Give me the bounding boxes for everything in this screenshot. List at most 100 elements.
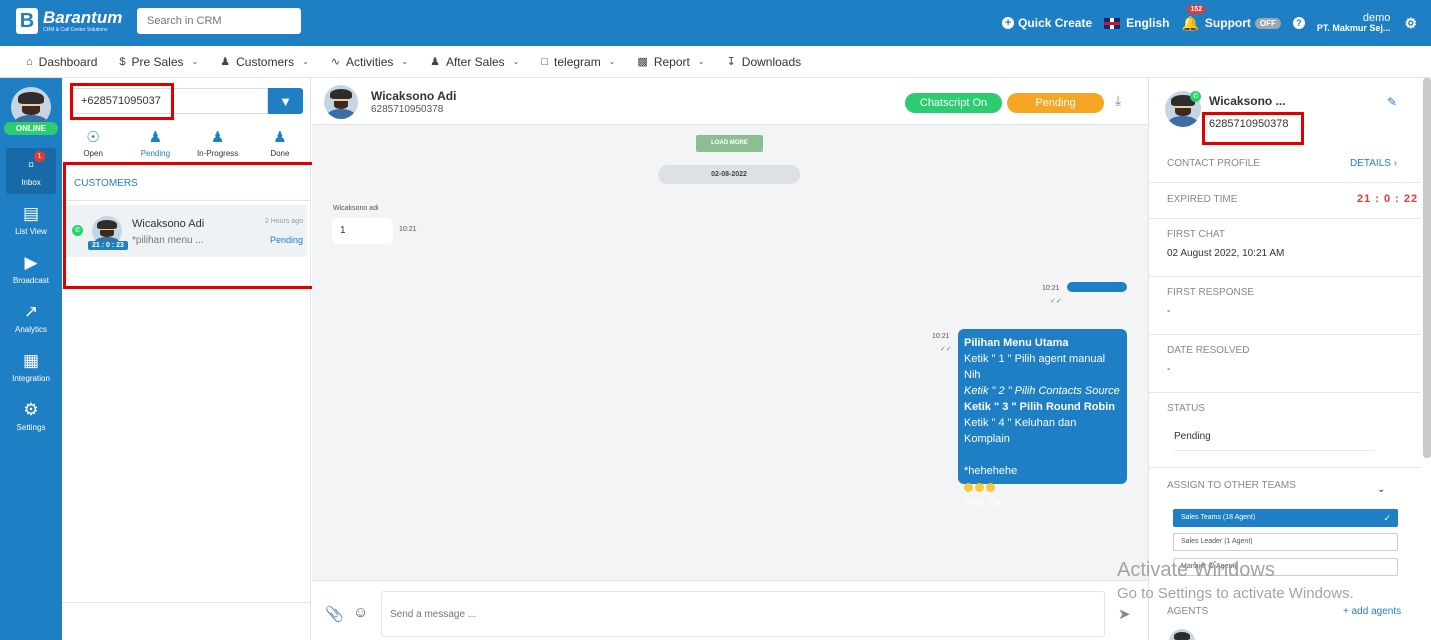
team-option-sales-teams[interactable]: Sales Teams (18 Agent) ✓ [1173, 509, 1398, 527]
incoming-message: 1 [332, 218, 393, 244]
blush-emoji-icon [975, 482, 984, 492]
home-icon: ⌂ [26, 55, 33, 68]
user-menu[interactable]: demo PT. Makmur Sej... [1317, 12, 1391, 34]
date-resolved-value: - [1167, 364, 1171, 375]
status-label: STATUS [1167, 403, 1205, 414]
status-button[interactable]: Pending [1007, 93, 1104, 113]
chat-contact-phone: 6285710950378 [371, 104, 444, 115]
first-chat-value: 02 August 2022, 10:21 AM [1167, 248, 1285, 259]
help-icon[interactable]: ? [1292, 17, 1305, 29]
message-composer: 📎 ☺ ➤ [312, 580, 1148, 640]
user-avatar-icon [11, 87, 51, 127]
users-icon: ♟ [430, 56, 440, 68]
expired-time-label: EXPIRED TIME [1167, 194, 1238, 205]
users-icon: ♟ [220, 56, 231, 68]
quick-create-button[interactable]: + Quick Create [1002, 16, 1092, 30]
read-ticks-icon: ✓✓ [940, 346, 952, 353]
notification-badge: 152 [1187, 4, 1206, 14]
chat-header: Wicaksono Adi 6285710950378 Chatscript O… [312, 78, 1148, 125]
paperclip-icon[interactable]: 📎 [325, 605, 344, 623]
contact-name: Wicaksono ... [1209, 94, 1286, 108]
sidebar-item-settings[interactable]: ⚙ Settings [0, 400, 62, 432]
chevron-down-icon: ⌄ [697, 57, 705, 66]
dollar-icon: $ [119, 55, 126, 68]
menu-telegram[interactable]: □ telegram ⌄ [541, 55, 615, 69]
first-response-value: - [1167, 306, 1171, 317]
chat-contact-name: Wicaksono Adi [371, 89, 457, 103]
details-link[interactable]: DETAILS › [1350, 158, 1397, 169]
avatar[interactable] [324, 85, 358, 119]
user-progress-icon: ♟ [210, 129, 225, 146]
chevron-down-icon[interactable]: ⌄ [1377, 484, 1385, 495]
contact-avatar-icon [324, 85, 358, 119]
expired-time-value: 21 : 0 : 22 [1357, 193, 1419, 205]
menu-pre-sales[interactable]: $ Pre Sales ⌄ [119, 55, 198, 69]
load-more-button[interactable]: LOAD MORE [696, 135, 763, 152]
smile-emoji-icon [986, 482, 995, 492]
gear-icon: ⚙ [23, 400, 39, 419]
menu-activities[interactable]: ∿ Activities ⌄ [331, 55, 408, 69]
grid-icon: ▦ [22, 351, 40, 370]
filter-button[interactable]: ▼ [268, 88, 303, 114]
avatar[interactable] [11, 87, 51, 127]
folder-icon: □ [541, 55, 549, 68]
first-chat-label: FIRST CHAT [1167, 229, 1225, 240]
tab-in-progress[interactable]: ♟ In-Progress [188, 128, 248, 158]
outgoing-message [1067, 282, 1127, 292]
menu-dashboard[interactable]: ⌂ Dashboard [26, 55, 97, 69]
chat-icon: ▫ [27, 155, 35, 174]
whatsapp-icon: ✆ [1190, 91, 1201, 102]
logo-mark-icon: B [16, 8, 38, 34]
tab-open[interactable]: ☉ Open [63, 128, 123, 158]
details-scrollbar[interactable] [1423, 78, 1431, 458]
plus-circle-icon: + [1002, 17, 1015, 29]
sidebar-item-analytics[interactable]: ↗ Analytics [0, 302, 62, 334]
message-time: 10:21 [1042, 285, 1060, 292]
highlight-box-phone [1202, 112, 1304, 145]
menu-downloads[interactable]: ↧ Downloads [727, 55, 802, 69]
menu-report[interactable]: ▩ Report ⌄ [637, 55, 704, 69]
sidebar-item-inbox[interactable]: ▫ 1 Inbox [6, 148, 56, 194]
message-input[interactable] [381, 591, 1105, 637]
tab-pending[interactable]: ♟ Pending [125, 128, 185, 158]
menu-customers[interactable]: ♟ Customers ⌄ [220, 55, 309, 69]
support-toggle-switch[interactable]: OFF [1254, 17, 1281, 29]
logo[interactable]: B Barantum CRM & Call Center Solutions [16, 8, 122, 34]
user-circle-icon: ☉ [86, 129, 100, 146]
chevron-down-icon: ⌄ [608, 57, 616, 66]
language-selector[interactable]: English [1104, 16, 1169, 30]
contact-profile-label: CONTACT PROFILE [1167, 158, 1260, 169]
chevron-down-icon: ⌄ [191, 57, 199, 66]
online-status-badge[interactable]: ONLINE [4, 122, 58, 135]
team-option-sales-leader[interactable]: Sales Leader (1 Agent) [1173, 533, 1398, 551]
highlight-box-customers [63, 162, 315, 289]
download-icon[interactable]: ⤓ [1115, 92, 1121, 109]
chatscript-button[interactable]: Chatscript On [905, 93, 1002, 113]
download-icon: ↧ [726, 56, 736, 68]
logo-name: Barantum [43, 8, 123, 27]
contact-details-panel: ✆ Wicaksono ... 6285710950378 ✎ CONTACT … [1148, 78, 1431, 640]
chevron-down-icon: ⌄ [302, 57, 309, 66]
edit-pencil-icon[interactable]: ✎ [1387, 95, 1397, 109]
bar-chart-icon: ▩ [637, 56, 648, 68]
sidebar-item-broadcast[interactable]: ▶ Broadcast [0, 253, 62, 285]
uk-flag-icon [1104, 17, 1121, 29]
support-toggle[interactable]: 🔔 152 Support OFF [1181, 4, 1281, 32]
chevron-down-icon: ⌄ [401, 57, 409, 66]
agent-avatar-icon [1169, 629, 1195, 640]
menu-after-sales[interactable]: ♟ After Sales ⌄ [430, 55, 519, 69]
add-agents-link[interactable]: + add agents [1343, 606, 1401, 617]
message-sender: Wicaksono adi [333, 205, 379, 212]
send-icon[interactable]: ➤ [1118, 605, 1131, 623]
sidebar-item-list-view[interactable]: ▤ List View [0, 204, 62, 236]
line-chart-icon: ↗ [23, 302, 39, 321]
tab-done[interactable]: ♟ Done [250, 128, 310, 158]
chat-panel: Wicaksono Adi 6285710950378 Chatscript O… [312, 78, 1148, 640]
gear-icon[interactable]: ⚙ [1404, 15, 1417, 32]
crm-search-input[interactable] [137, 8, 301, 34]
logo-tagline: CRM & Call Center Solutions [43, 27, 108, 33]
sidebar-item-integration[interactable]: ▦ Integration [0, 351, 62, 383]
status-value[interactable]: Pending [1174, 431, 1374, 451]
bell-icon[interactable]: 🔔 152 [1181, 4, 1206, 32]
emoji-icon[interactable]: ☺ [353, 604, 368, 621]
